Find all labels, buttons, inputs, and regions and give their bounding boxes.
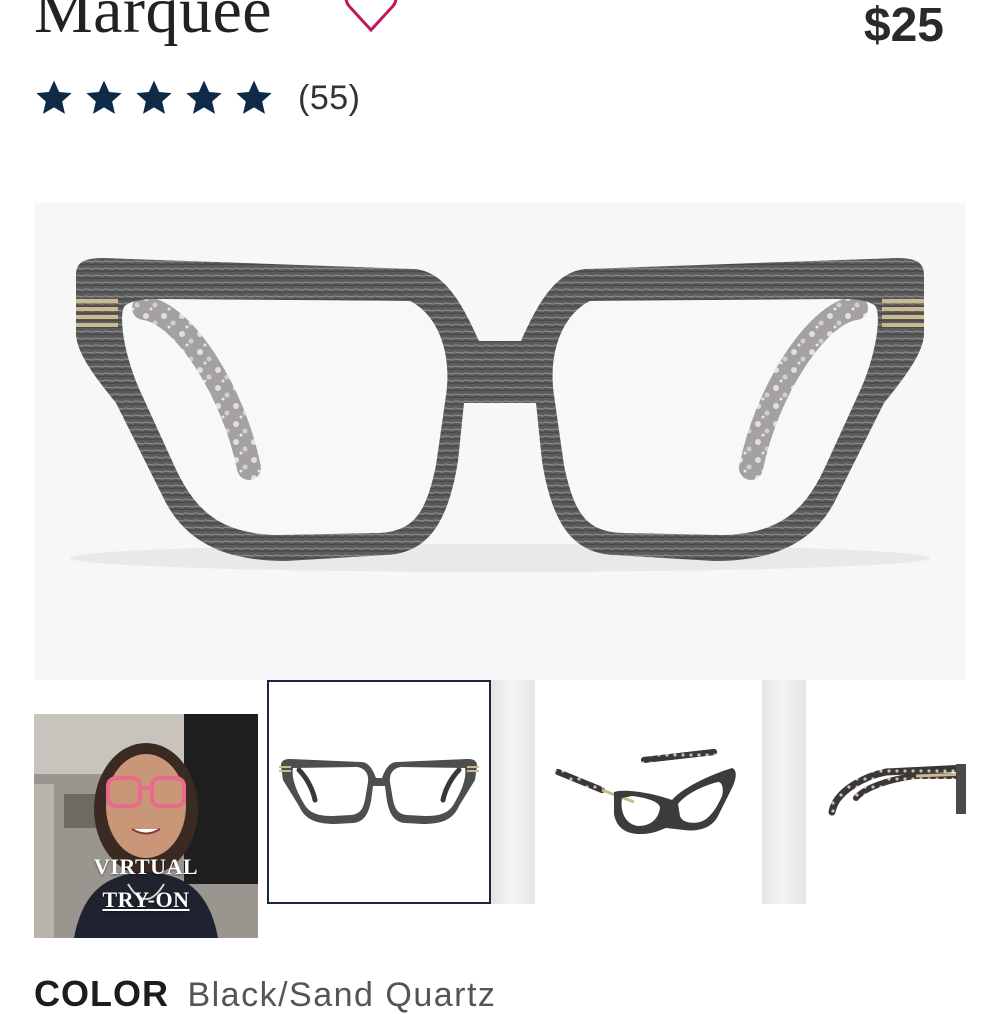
thumbnail-carousel[interactable]: VIRTUAL TRY-ON [34, 680, 966, 940]
try-on-line2: TRY-ON [102, 887, 190, 912]
product-rating[interactable]: (55) [34, 76, 360, 120]
virtual-try-on-thumbnail[interactable]: VIRTUAL TRY-ON [34, 714, 258, 938]
glasses-angle-thumbnail [555, 749, 736, 834]
product-main-image[interactable] [34, 203, 966, 680]
star-rating [34, 78, 274, 118]
heart-outline-icon [344, 0, 398, 33]
glasses-front-image [70, 258, 930, 572]
color-value: Black/Sand Quartz [187, 976, 497, 1014]
glasses-front-thumbnail [279, 759, 479, 824]
star-icon [186, 80, 222, 114]
glasses-side-thumbnail [828, 764, 966, 816]
thumbnail-gap [762, 680, 806, 904]
color-selector-heading: COLOR Black/Sand Quartz [34, 973, 497, 1014]
thumbnail-side-view[interactable] [806, 680, 966, 904]
product-title: Marquee [34, 0, 273, 47]
try-on-line1: VIRTUAL [93, 854, 199, 879]
color-label: COLOR [34, 973, 169, 1014]
star-icon [236, 80, 272, 114]
review-count[interactable]: (55) [298, 79, 360, 118]
favorite-button[interactable] [340, 0, 402, 36]
product-price: $25 [863, 0, 944, 52]
virtual-try-on-label: VIRTUAL TRY-ON [34, 850, 258, 916]
thumbnail-front-view[interactable] [267, 680, 491, 904]
star-icon [86, 80, 122, 114]
star-icon [136, 80, 172, 114]
thumbnail-gap [491, 680, 535, 904]
star-icon [36, 80, 72, 114]
thumbnail-angle-view[interactable] [536, 680, 760, 904]
